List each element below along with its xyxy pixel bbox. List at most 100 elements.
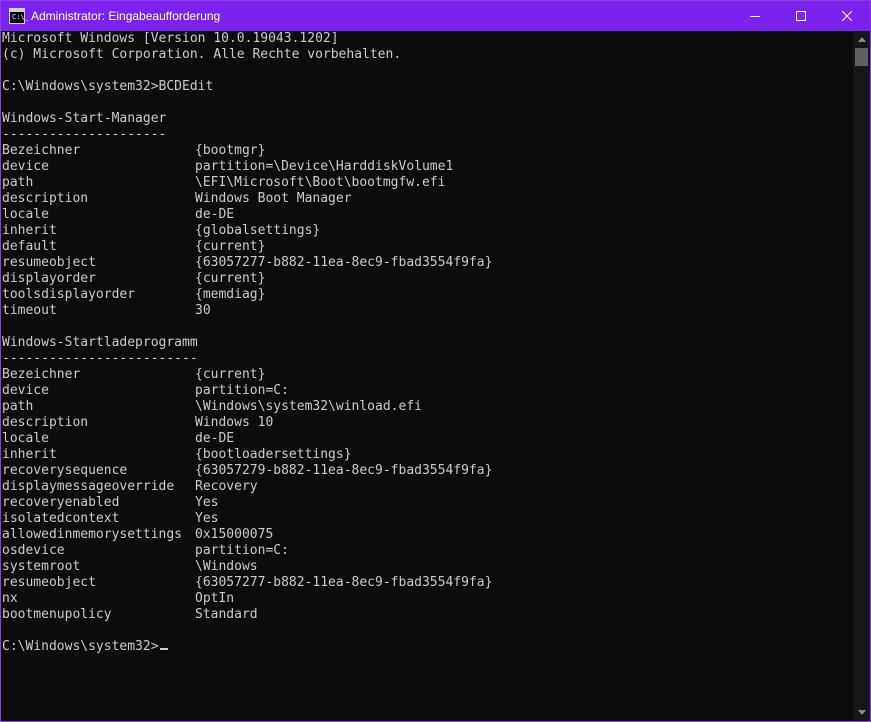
entry-value: {globalsettings} (195, 223, 321, 238)
entry-row: resumeobject {63057277-b882-11ea-8ec9-fba… (1, 575, 853, 591)
entry-row: inherit {bootloadersettings} (1, 447, 853, 463)
entry-row: systemroot \Windows (1, 559, 853, 575)
entry-value: partition=C: (195, 543, 289, 558)
maximize-button[interactable] (778, 1, 824, 31)
entry-key: description (2, 415, 89, 430)
command-line: C:\Windows\system32>BCDEdit (2, 79, 214, 94)
entry-key: displayorder (2, 271, 96, 286)
entry-row: device partition=\Device\HarddiskVolume1 (1, 159, 853, 175)
entry-key: allowedinmemorysettings (2, 527, 183, 542)
text-cursor (159, 648, 168, 650)
entry-key: bootmenupolicy (2, 607, 112, 622)
scroll-up-button[interactable] (853, 31, 870, 48)
header-line: Microsoft Windows [Version 10.0.19043.12… (2, 31, 339, 46)
entry-key: description (2, 191, 89, 206)
entry-value: {memdiag} (195, 287, 266, 302)
maximize-icon (796, 11, 806, 21)
entry-value: {bootmgr} (195, 143, 266, 158)
console-window: C:\_ Administrator: Eingabeaufforderung … (0, 0, 871, 722)
section-underline: ------------------------- (2, 351, 198, 366)
scroll-down-button[interactable] (853, 704, 870, 721)
console-app-icon[interactable]: C:\_ (9, 8, 29, 24)
console-output[interactable]: Microsoft Windows [Version 10.0.19043.12… (1, 31, 853, 721)
entry-row: description Windows Boot Manager (1, 191, 853, 207)
entry-key: resumeobject (2, 255, 96, 270)
entry-key: systemroot (2, 559, 81, 574)
close-button[interactable] (824, 1, 870, 31)
entry-value: Recovery (195, 479, 258, 494)
prompt-text: C:\Windows\system32> (2, 639, 159, 654)
app-icon-prompt: C:\_ (12, 13, 29, 21)
entry-row: default {current} (1, 239, 853, 255)
entry-value: de-DE (195, 431, 235, 446)
entry-value: Windows Boot Manager (195, 191, 352, 206)
entry-value: 30 (195, 303, 211, 318)
entry-row: resumeobject {63057277-b882-11ea-8ec9-fba… (1, 255, 853, 271)
entry-key: path (2, 175, 34, 190)
entry-key: Bezeichner (2, 367, 81, 382)
scroll-up-arrow-icon (857, 37, 866, 42)
close-icon (842, 11, 852, 21)
entry-row: displayorder {current} (1, 271, 853, 287)
entry-row: path \EFI\Microsoft\Boot\bootmgfw.efi (1, 175, 853, 191)
entry-value: partition=\Device\HarddiskVolume1 (195, 159, 454, 174)
entry-key: inherit (2, 447, 57, 462)
entry-row: inherit {globalsettings} (1, 223, 853, 239)
entry-key: isolatedcontext (2, 511, 120, 526)
entry-row: isolatedcontext Yes (1, 511, 853, 527)
entry-value: \Windows (195, 559, 258, 574)
title-bar[interactable]: C:\_ Administrator: Eingabeaufforderung (1, 1, 870, 31)
vertical-scrollbar[interactable] (853, 31, 870, 721)
entry-value: {current} (195, 271, 266, 286)
prompt-line[interactable]: C:\Windows\system32> (1, 639, 853, 655)
entry-key: resumeobject (2, 575, 96, 590)
entry-key: path (2, 399, 34, 414)
entry-value: Yes (195, 511, 219, 526)
entry-key: recoveryenabled (2, 495, 120, 510)
minimize-icon (750, 16, 760, 17)
entry-value: {63057277-b882-11ea-8ec9-fbad3554f9fa} (195, 575, 493, 590)
entry-row: description Windows 10 (1, 415, 853, 431)
entry-row: timeout 30 (1, 303, 853, 319)
entry-key: device (2, 383, 49, 398)
entry-value: \EFI\Microsoft\Boot\bootmgfw.efi (195, 175, 446, 190)
entry-key: nx (2, 591, 18, 606)
entry-row: device partition=C: (1, 383, 853, 399)
entry-value: Yes (195, 495, 219, 510)
entry-key: locale (2, 431, 49, 446)
entry-value: {current} (195, 239, 266, 254)
entry-key: toolsdisplayorder (2, 287, 136, 302)
entry-value: OptIn (195, 591, 235, 606)
entry-row: nx OptIn (1, 591, 853, 607)
entry-row: locale de-DE (1, 207, 853, 223)
section-title: Windows-Startladeprogramm (2, 335, 198, 350)
entry-key: device (2, 159, 49, 174)
minimize-button[interactable] (732, 1, 778, 31)
entry-value: de-DE (195, 207, 235, 222)
entry-value: {63057277-b882-11ea-8ec9-fbad3554f9fa} (195, 255, 493, 270)
entry-row: Bezeichner {current} (1, 367, 853, 383)
entry-row: locale de-DE (1, 431, 853, 447)
entry-key: timeout (2, 303, 57, 318)
entry-row: recoverysequence {63057279-b882-11ea-8ec9… (1, 463, 853, 479)
entry-value: {bootloadersettings} (195, 447, 352, 462)
entry-row: Bezeichner {bootmgr} (1, 143, 853, 159)
entry-key: displaymessageoverride (2, 479, 175, 494)
entry-value: Standard (195, 607, 258, 622)
entry-row: osdevice partition=C: (1, 543, 853, 559)
scrollbar-thumb[interactable] (855, 48, 868, 66)
scroll-down-arrow-icon (857, 710, 866, 715)
entry-row: displaymessageoverride Recovery (1, 479, 853, 495)
entry-key: default (2, 239, 57, 254)
section-title: Windows-Start-Manager (2, 111, 167, 126)
entry-key: osdevice (2, 543, 65, 558)
entry-row: path \Windows\system32\winload.efi (1, 399, 853, 415)
entry-value: 0x15000075 (195, 527, 274, 542)
entry-row: toolsdisplayorder {memdiag} (1, 287, 853, 303)
entry-value: Windows 10 (195, 415, 274, 430)
window-title: Administrator: Eingabeaufforderung (31, 9, 221, 23)
